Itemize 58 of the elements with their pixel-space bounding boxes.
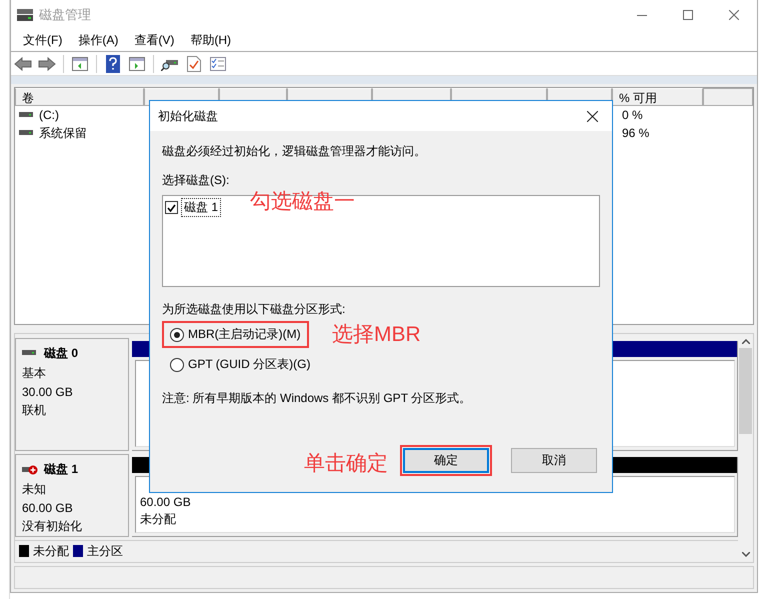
- menu-item[interactable]: 操作(A): [70, 32, 126, 50]
- window-title: 磁盘管理: [39, 6, 92, 24]
- volume-name[interactable]: (C:): [39, 108, 59, 122]
- disk-list-item[interactable]: 磁盘 1: [181, 198, 222, 217]
- annotation-text: 选择MBR: [332, 322, 421, 348]
- document-check-icon: [187, 56, 201, 72]
- column-header[interactable]: 卷: [15, 88, 144, 106]
- radio-button[interactable]: [170, 328, 184, 342]
- partition-text: 未分配: [140, 511, 177, 528]
- table-cell: 0 %: [622, 108, 643, 122]
- column-header[interactable]: % 可用: [612, 88, 703, 106]
- disk-management-icon: [17, 9, 33, 21]
- disk-name: 磁盘 1: [44, 461, 78, 478]
- disk-label-panel[interactable]: 磁盘 0 基本 30.00 GB 联机: [15, 338, 129, 452]
- disk-error-icon: [22, 464, 38, 475]
- dialog-title: 初始化磁盘: [158, 108, 219, 124]
- disk-label-panel[interactable]: 磁盘 1 未知 60.00 GB 没有初始化: [15, 454, 129, 537]
- panel-icon: [72, 56, 88, 71]
- disk-size: 30.00 GB: [22, 384, 74, 399]
- properties-button[interactable]: [184, 54, 204, 74]
- annotation-text: 勾选磁盘一: [250, 189, 355, 215]
- legend-label: 主分区: [87, 542, 123, 560]
- help-icon: [106, 54, 120, 73]
- checklist-icon: [210, 56, 226, 71]
- partition-style-label: 为所选磁盘使用以下磁盘分区形式:: [162, 301, 346, 318]
- dialog-button[interactable]: 取消: [511, 448, 597, 473]
- menu-item[interactable]: 文件(F): [15, 32, 70, 50]
- disk-type: 未知: [22, 481, 47, 498]
- disk-status: 没有初始化: [22, 518, 83, 536]
- close-icon: [729, 10, 739, 20]
- dialog-message: 磁盘必须经过初始化，逻辑磁盘管理器才能访问。: [162, 143, 427, 160]
- dialog-button[interactable]: 确定: [403, 448, 489, 473]
- column-header[interactable]: [703, 88, 753, 106]
- minimize-icon: [637, 14, 647, 16]
- menu-item[interactable]: 查看(V): [126, 32, 182, 50]
- panel-icon: [129, 56, 145, 71]
- close-icon: [586, 110, 598, 122]
- legend-label: 未分配: [33, 542, 69, 560]
- select-disk-label: 选择磁盘(S):: [162, 172, 230, 189]
- scroll-up-icon: [742, 338, 750, 344]
- disk-name: 磁盘 0: [44, 344, 78, 362]
- volume-name[interactable]: 系统保留: [39, 124, 87, 142]
- help-button[interactable]: [103, 54, 123, 74]
- disk-status: 联机: [22, 402, 47, 419]
- checkbox[interactable]: [165, 201, 178, 214]
- disk-size: 60.00 GB: [22, 501, 74, 516]
- forward-arrow-icon: [38, 56, 56, 71]
- annotation-text: 单击确定: [304, 451, 388, 477]
- menu-item[interactable]: 帮助(H): [182, 32, 239, 50]
- note-text: 注意: 所有早期版本的 Windows 都不识别 GPT 分区形式。: [162, 390, 472, 407]
- partition-text: 60.00 GB: [140, 495, 192, 510]
- radio-button[interactable]: [170, 358, 184, 372]
- scroll-down-icon: [742, 552, 750, 557]
- back-arrow-icon: [14, 56, 32, 71]
- maximize-icon: [683, 10, 693, 20]
- table-cell: 96 %: [622, 126, 650, 140]
- radio-label[interactable]: GPT (GUID 分区表)(G): [188, 356, 310, 373]
- disk-type: 基本: [22, 364, 47, 382]
